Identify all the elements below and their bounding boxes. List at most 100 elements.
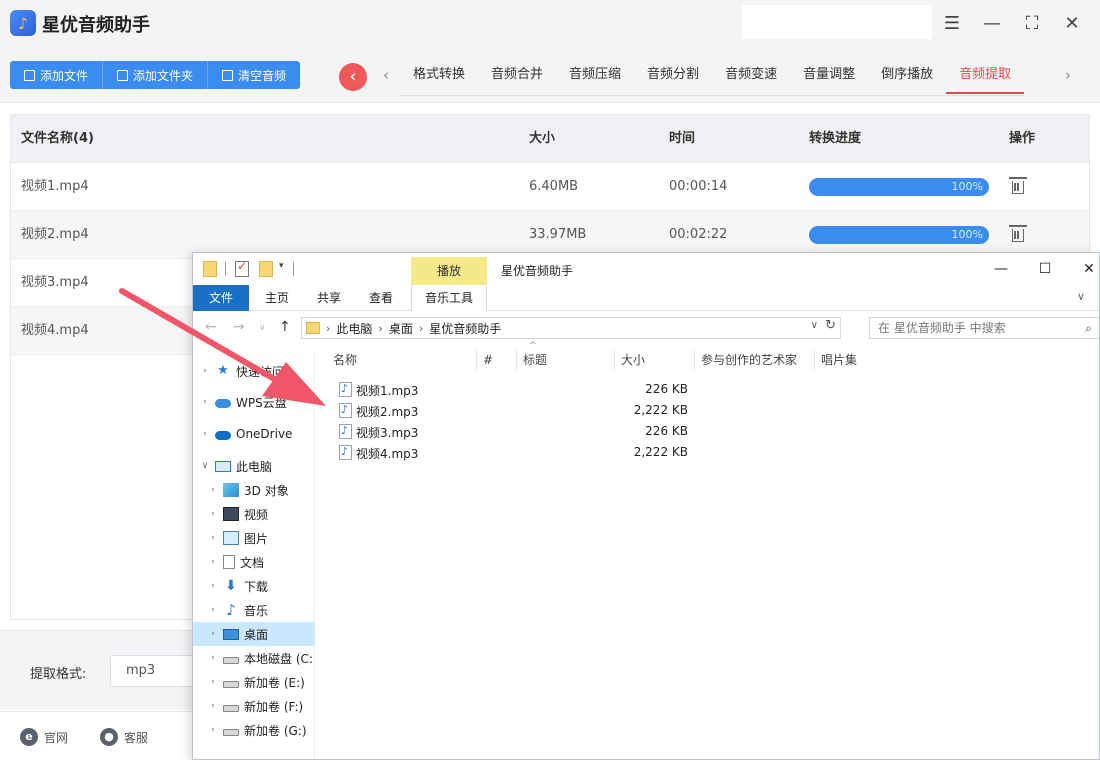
tabs-scroll-left-icon[interactable]: ‹ [383, 66, 389, 84]
drive-icon [223, 728, 239, 736]
chevron-right-icon: › [211, 677, 215, 687]
row-filename: 视频1.mp4 [21, 179, 89, 194]
tab-volume-adjust[interactable]: 音量调整 [790, 58, 868, 94]
tab-audio-speed[interactable]: 音频变速 [712, 58, 790, 94]
context-tab-play[interactable]: 播放 [411, 257, 487, 285]
nav-item-desktop[interactable]: › 桌面 [193, 622, 315, 646]
ribbon-tab-share[interactable]: 共享 [305, 285, 353, 311]
address-bar[interactable]: › 此电脑 › 桌面 › 星优音频助手 ∨ ↻ [301, 317, 841, 339]
add-file-button[interactable]: 添加文件 [10, 61, 104, 89]
col-header-filename[interactable]: 名称 [327, 349, 477, 371]
forward-nav-icon[interactable]: → [233, 319, 245, 335]
settings-sliders-icon[interactable]: ☰ [938, 10, 966, 38]
delete-trash-icon[interactable] [1009, 225, 1027, 243]
add-file-label: 添加文件 [40, 68, 89, 83]
col-header-size: 大小 [529, 131, 556, 146]
col-header-number[interactable]: # [477, 349, 517, 371]
support-link[interactable]: ● 客服 [100, 728, 148, 746]
nav-item-quick-access[interactable]: › ★ 快速访问 [193, 359, 315, 383]
website-link[interactable]: e 官网 [20, 728, 68, 746]
explorer-minimize-button[interactable]: — [981, 257, 1021, 281]
nav-item-volume-f[interactable]: › 新加卷 (F:) [193, 694, 315, 718]
ribbon-tab-home[interactable]: 主页 [253, 285, 301, 311]
new-folder-icon[interactable] [259, 261, 273, 277]
refresh-icon[interactable]: ↻ [825, 318, 836, 333]
document-icon [223, 555, 235, 569]
app-titlebar: ♪ 星优音频助手 ☰ — ⛶ ✕ [0, 0, 1100, 48]
tab-audio-compress[interactable]: 音频压缩 [556, 58, 634, 94]
ribbon-tab-file[interactable]: 文件 [193, 285, 249, 311]
col-header-name: 文件名称(4) [21, 131, 94, 146]
explorer-close-button[interactable]: ✕ [1069, 257, 1099, 281]
chevron-right-icon: › [211, 725, 215, 735]
drive-icon [223, 680, 239, 688]
maximize-button[interactable]: ⛶ [1018, 10, 1046, 38]
nav-item-music[interactable]: › ♪ 音乐 [193, 598, 315, 622]
col-header-filesize[interactable]: 大小 [615, 349, 695, 371]
file-name: 视频3.mp3 [356, 426, 419, 440]
ribbon-tab-music-tools[interactable]: 音乐工具 [411, 285, 487, 311]
nav-item-local-disk-c[interactable]: › 本地磁盘 (C: [193, 646, 315, 670]
nav-item-this-pc[interactable]: ∨ 此电脑 [193, 454, 315, 478]
nav-item-volume-e[interactable]: › 新加卷 (E:) [193, 670, 315, 694]
onedrive-cloud-icon [215, 431, 231, 440]
table-row[interactable]: 视频1.mp4 6.40MB 00:00:14 100% [11, 163, 1089, 211]
back-arrow-icon[interactable]: ‹ [339, 63, 367, 91]
col-header-artist[interactable]: 参与创作的艺术家 [695, 349, 815, 371]
nav-item-volume-g[interactable]: › 新加卷 (G:) [193, 718, 315, 742]
folder-icon [306, 322, 320, 334]
explorer-search-input[interactable]: 在 星优音频助手 中搜索 ⌕ [869, 317, 1099, 339]
list-item[interactable]: 视频1.mp3 226 KB [323, 379, 1099, 400]
nav-item-documents[interactable]: › 文档 [193, 550, 315, 574]
up-arrow-icon[interactable]: ↑ [279, 319, 291, 335]
minimize-button[interactable]: — [978, 10, 1006, 38]
trash-icon [222, 69, 234, 81]
progress-bar: 100% [809, 178, 989, 196]
clear-audio-button[interactable]: 清空音频 [208, 61, 300, 89]
row-filename: 视频3.mp4 [21, 275, 89, 290]
breadcrumb-this-pc[interactable]: 此电脑 [330, 320, 378, 337]
folder-icon[interactable] [203, 261, 217, 277]
nav-item-videos[interactable]: › 视频 [193, 502, 315, 526]
list-item[interactable]: 视频4.mp3 2,222 KB [323, 442, 1099, 463]
search-placeholder: 在 星优音频助手 中搜索 [878, 321, 1006, 335]
add-folder-button[interactable]: 添加文件夹 [103, 61, 209, 89]
progress-percent: 100% [951, 180, 983, 193]
list-item[interactable]: 视频3.mp3 226 KB [323, 421, 1099, 442]
tab-reverse-play[interactable]: 倒序播放 [868, 58, 946, 94]
back-nav-icon[interactable]: ← [205, 319, 217, 335]
col-header-progress: 转换进度 [809, 131, 862, 146]
tab-audio-extract[interactable]: 音频提取 [946, 58, 1025, 94]
tab-audio-split[interactable]: 音频分割 [634, 58, 712, 94]
chevron-right-icon: › [203, 429, 207, 439]
col-header-title[interactable]: 标题 [517, 349, 615, 371]
format-label: 提取格式: [30, 667, 87, 682]
address-row: ← → ∨ ↑ › 此电脑 › 桌面 › 星优音频助手 ∨ ↻ 在 星优音频助手… [193, 313, 1099, 343]
address-dropdown-icon[interactable]: ∨ [811, 320, 818, 331]
breadcrumb-folder[interactable]: 星优音频助手 [423, 320, 507, 337]
recent-locations-icon[interactable]: ∨ [259, 323, 266, 333]
nav-item-3d-objects[interactable]: › 3D 对象 [193, 478, 315, 502]
properties-check-icon[interactable] [235, 259, 249, 277]
tabs-scroll-right-icon[interactable]: › [1065, 66, 1071, 84]
explorer-maximize-button[interactable]: ☐ [1025, 257, 1065, 281]
support-label: 客服 [124, 730, 149, 745]
breadcrumb-desktop[interactable]: 桌面 [383, 320, 419, 337]
nav-item-wps-cloud[interactable]: › WPS云盘 [193, 390, 315, 414]
list-item[interactable]: 视频2.mp3 2,222 KB [323, 400, 1099, 421]
tab-audio-merge[interactable]: 音频合并 [478, 58, 556, 94]
delete-trash-icon[interactable] [1009, 177, 1027, 195]
ribbon-tab-view[interactable]: 查看 [357, 285, 405, 311]
col-header-album[interactable]: 唱片集 [815, 349, 895, 371]
close-button[interactable]: ✕ [1058, 10, 1086, 38]
add-folder-label: 添加文件夹 [133, 68, 194, 83]
nav-item-downloads[interactable]: › ⬇ 下载 [193, 574, 315, 598]
tab-format-convert[interactable]: 格式转换 [400, 58, 478, 94]
nav-item-pictures[interactable]: › 图片 [193, 526, 315, 550]
file-list: 视频1.mp3 226 KB 视频2.mp3 2,222 KB 视频3.mp3 … [323, 379, 1099, 463]
audio-file-icon [339, 382, 352, 397]
separator [293, 262, 294, 276]
nav-item-onedrive[interactable]: › OneDrive [193, 422, 315, 446]
customize-quick-access-icon[interactable]: ▾ [279, 261, 284, 271]
ribbon-expand-icon[interactable]: ∨ [1077, 290, 1085, 303]
